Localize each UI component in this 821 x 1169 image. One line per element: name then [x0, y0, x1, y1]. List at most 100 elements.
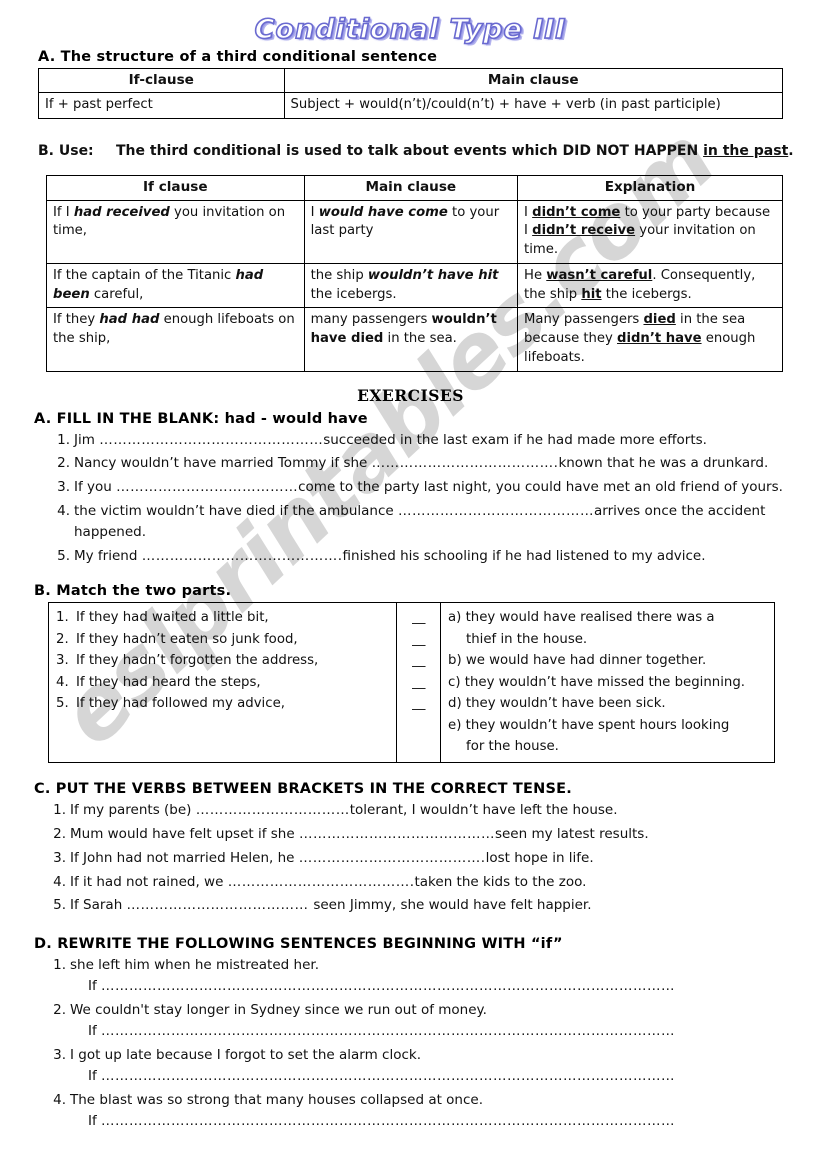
exercise-a-item: 4. the victim wouldn’t have died if the a… [48, 501, 795, 543]
exercise-a-item: 2. Nancy wouldn’t have married Tommy if s… [48, 453, 795, 474]
match-left-item: 4. If they had heard the steps, [56, 672, 389, 694]
cell-main-clause-1-run-0: the ship [310, 267, 368, 283]
exercise-a-blank[interactable]: ………………………………………… [99, 432, 323, 448]
worksheet-content: Conditional Type III A. The structure of… [0, 0, 821, 1132]
exercise-d-answer-line[interactable]: If …………………………………………………………………………………………………… [70, 1111, 795, 1132]
exercise-d-blank[interactable]: …………………………………………………………………………………………………………… [101, 978, 675, 994]
match-left-text: If they hadn’t eaten so junk food, [76, 631, 298, 647]
match-table: 1. If they had waited a little bit, 2. If t… [47, 602, 775, 763]
exercise-c-blank[interactable]: …………………………………… [299, 826, 495, 842]
exercise-c-blank[interactable]: …………………………………. [299, 850, 486, 866]
exercise-d-answer-line[interactable]: If …………………………………………………………………………………………………… [70, 976, 795, 997]
exercise-c-number: 1. [53, 801, 66, 818]
exercise-a-item: 3. If you …………………………………come to the party … [48, 477, 795, 498]
exercise-c-item: 5. If Sarah ………………………………… seen Jimmy, she… [44, 895, 795, 916]
exercise-c-list: 1. If my parents (be) ……………………………tolerant… [44, 800, 795, 917]
exercise-d-sentence: We couldn't stay longer in Sydney since … [70, 1002, 487, 1019]
exercise-c-number: 4. [53, 873, 66, 890]
cell-main-clause-1-run-2: the icebergs. [310, 286, 397, 302]
exercise-c-text-before: Mum would have felt upset if she [70, 825, 299, 842]
section-b-label: B. Use: [38, 143, 94, 160]
col-header-main-clause: Main clause [283, 67, 784, 94]
col-header-if-clause: If clause [46, 175, 305, 201]
match-right-text-cont: for the house. [466, 739, 559, 755]
exercise-c-text-after: seen Jimmy, she would have felt happier. [313, 897, 592, 914]
match-left-text: If they had waited a little bit, [76, 610, 269, 626]
exercise-a-text-before: Nancy wouldn’t have married Tommy if she [74, 455, 372, 472]
cell-if-clause-2-run-1: had had [99, 312, 160, 328]
exercise-c-text-before: If it had not rained, we [70, 873, 228, 890]
cell-if-clause: If I had received you invitation on time… [46, 199, 305, 264]
match-answer-cell[interactable]: __ __ __ __ __ [396, 602, 442, 763]
match-left-text: If they had heard the steps, [76, 674, 261, 690]
exercise-d-number: 1. [53, 957, 66, 974]
match-left-number: 2. [56, 631, 69, 647]
match-answer-blank[interactable]: __ [399, 672, 438, 694]
cell-explanation-0-run-3: didn’t receive [532, 223, 636, 239]
col-header-if-clause: If-clause [38, 67, 285, 94]
cell-main-clause: many passengers wouldn’t have died in th… [303, 307, 519, 372]
cell-if-clause-0-run-1: had received [73, 204, 170, 220]
match-left-number: 4. [56, 674, 69, 690]
exercise-a-number: 3. [57, 479, 70, 496]
exercise-a-item: 5. My friend …………………………………….finished his … [48, 546, 795, 567]
exercises-title: EXERCISES [357, 385, 464, 405]
exercise-d-number: 3. [53, 1047, 66, 1064]
exercise-c-text-before: If Sarah [70, 897, 127, 914]
cell-main-clause-1-run-1: wouldn’t have hit [367, 267, 499, 283]
match-answer-blank[interactable]: __ [399, 693, 438, 715]
exercise-c-heading: C. PUT THE VERBS BETWEEN BRACKETS IN THE… [34, 780, 572, 797]
section-a-heading-wrap: A. The structure of a third conditional … [38, 49, 795, 65]
exercise-d-list: 1. she left him when he mistreated her. If… [44, 955, 795, 1131]
exercise-c-text-after: lost hope in life. [485, 849, 594, 866]
cell-main-clause-2-run-2: in the sea. [383, 331, 457, 347]
match-right-item: e) they wouldn’t have spent hours lookin… [448, 715, 767, 758]
exercise-a-list: 1. Jim …………………………………………succeeded in the l… [48, 430, 795, 568]
exercise-d-blank[interactable]: …………………………………………………………………………………………………………… [101, 1113, 675, 1129]
cell-if-clause: If the captain of the Titanic had been c… [46, 262, 305, 309]
page-title: Conditional Type III [254, 13, 567, 46]
cell-main-clause: I would have come to your last party [303, 199, 519, 264]
cell-main-clause: the ship wouldn’t have hit the icebergs. [303, 262, 519, 309]
exercise-c-blank[interactable]: …………………………… [196, 802, 350, 818]
match-left-item: 2. If they hadn’t eaten so junk food, [56, 629, 389, 651]
exercise-b-heading-wrap: B. Match the two parts. [34, 583, 795, 599]
exercise-a-blank[interactable]: ……………………………………. [142, 548, 343, 564]
exercise-d-if-label: If [88, 1067, 97, 1084]
col-header-explanation: Explanation [517, 175, 783, 201]
section-b-use-line: B. Use: The third conditional is used to… [38, 141, 795, 161]
exercise-c-blank[interactable]: ………………………………… [127, 897, 314, 913]
exercise-a-text-after: succeeded in the last exam if he had mad… [323, 431, 707, 448]
match-right-item: c) they wouldn’t have missed the beginni… [448, 672, 767, 694]
exercise-d-sentence: The blast was so strong that many houses… [70, 1091, 484, 1108]
match-answer-blank[interactable]: __ [399, 650, 438, 672]
exercise-a-blank[interactable]: …………………………………… [398, 503, 594, 519]
exercise-d-blank[interactable]: …………………………………………………………………………………………………………… [101, 1023, 675, 1039]
exercise-c-blank[interactable]: …………………………………. [228, 874, 415, 890]
match-left-number: 3. [56, 653, 69, 669]
match-right-item: b) we would have had dinner together. [448, 650, 767, 672]
cell-explanation-0-run-0: I [524, 204, 533, 220]
exercise-d-item: 3. I got up late because I forgot to set … [44, 1045, 795, 1087]
exercise-c-number: 2. [53, 825, 66, 842]
match-answer-blank[interactable]: __ [399, 607, 438, 629]
exercise-a-blank[interactable]: …………………………………. [372, 455, 559, 471]
exercise-a-text-before: the victim wouldn’t have died if the amb… [74, 503, 398, 520]
section-a-heading: A. The structure of a third conditional … [38, 49, 438, 65]
table-header-row: If clause Main clause Explanation [46, 175, 783, 201]
title-container: Conditional Type III [0, 0, 821, 49]
exercise-d-number: 2. [53, 1002, 66, 1019]
exercise-d-answer-line[interactable]: If …………………………………………………………………………………………………… [70, 1066, 795, 1087]
match-left-text: If they had followed my advice, [76, 696, 285, 712]
match-right-item: a) they would have realised there was a t… [448, 607, 767, 650]
match-answer-blank[interactable]: __ [399, 629, 438, 651]
match-left-item: 5. If they had followed my advice, [56, 693, 389, 715]
exercise-a-text-before: If you [74, 479, 117, 496]
match-left-number: 5. [56, 696, 69, 712]
match-right-letter: c) [448, 674, 461, 690]
exercise-d-item: 1. she left him when he mistreated her. If… [44, 955, 795, 997]
exercise-a-blank[interactable]: ………………………………… [116, 479, 298, 495]
exercise-b-heading: B. Match the two parts. [34, 583, 232, 600]
exercise-d-blank[interactable]: …………………………………………………………………………………………………………… [101, 1068, 675, 1084]
exercise-d-answer-line[interactable]: If …………………………………………………………………………………………………… [70, 1021, 795, 1042]
